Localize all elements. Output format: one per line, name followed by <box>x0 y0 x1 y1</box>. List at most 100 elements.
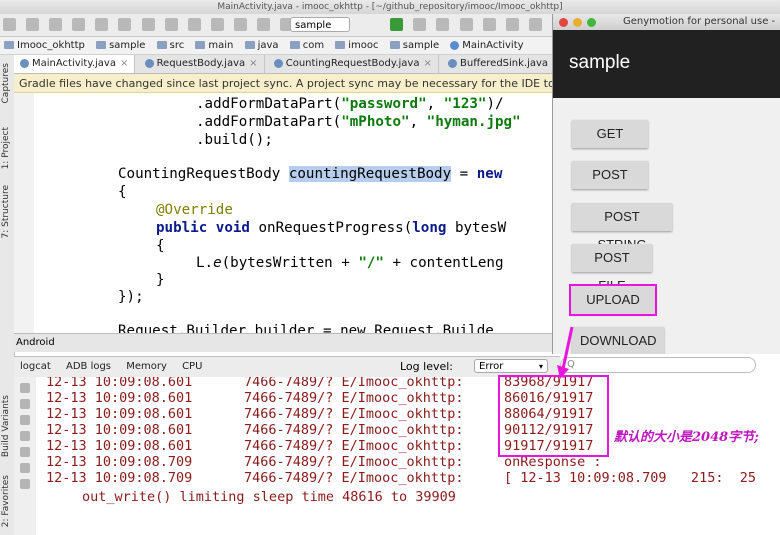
clear-icon[interactable] <box>20 463 30 473</box>
run-config-label: sample <box>295 20 332 31</box>
replace-icon[interactable] <box>210 18 224 31</box>
download-button[interactable]: DOWNLOAD <box>572 327 664 354</box>
paste-icon[interactable] <box>164 18 178 31</box>
crumb-mainactivity[interactable]: MainActivity <box>446 37 527 54</box>
code-line: } <box>156 272 165 288</box>
log-level-select[interactable]: Error ▾ <box>474 359 548 373</box>
folder-icon <box>335 41 346 49</box>
gradle-sync-notice: Gradle files have changed since last pro… <box>14 74 560 93</box>
panel-title: Android <box>16 337 55 348</box>
log-line: 12-13 10:09:08.709 <box>46 454 193 470</box>
help-icon[interactable] <box>528 18 542 31</box>
crumb-src[interactable]: src <box>153 37 189 54</box>
log-line: out_write() limiting sleep time 48616 to… <box>82 489 456 505</box>
stop-icon[interactable] <box>459 18 473 31</box>
breadcrumb: Imooc_okhttp sample src main java com im… <box>0 37 560 55</box>
sidebar-project[interactable]: 1: Project <box>1 127 11 169</box>
get-button[interactable]: GET <box>572 120 648 148</box>
sync-icon[interactable] <box>49 18 63 31</box>
emulator-title: Genymotion for personal use - <box>623 16 776 27</box>
sdk-icon[interactable] <box>505 18 519 31</box>
back-icon[interactable] <box>233 18 247 31</box>
run-configuration-select[interactable]: sample <box>290 17 350 32</box>
find-icon[interactable] <box>187 18 201 31</box>
tab-cpu[interactable]: CPU <box>176 357 208 377</box>
minimize-window-icon[interactable] <box>573 18 582 27</box>
copy-icon[interactable] <box>141 18 155 31</box>
tab-adb-logs[interactable]: ADB logs <box>60 357 117 377</box>
code-editor[interactable]: .addFormDataPart("password", "123")/ .ad… <box>34 93 560 333</box>
log-line: 12-13 10:09:08.601 <box>46 438 193 454</box>
class-icon <box>273 58 283 68</box>
log-line: 12-13 10:09:08.601 <box>46 377 193 390</box>
close-icon[interactable]: × <box>120 58 128 69</box>
progress-values-highlight <box>498 375 609 457</box>
post-file-button[interactable]: POST FILE <box>572 244 652 293</box>
tab-requestbody[interactable]: RequestBody.java × <box>139 55 265 73</box>
close-window-icon[interactable] <box>559 18 568 27</box>
folder-icon <box>195 41 206 49</box>
window-title: MainActivity.java - imooc_okhttp - [~/gi… <box>217 2 563 12</box>
undo-icon[interactable] <box>72 18 86 31</box>
post-string-button[interactable]: POST STRING <box>572 203 672 252</box>
log-tag: 7466-7489/? E/Imooc_okhttp: <box>244 377 464 390</box>
open-folder-icon[interactable] <box>3 18 16 31</box>
log-line: 12-13 10:09:08.601 <box>46 406 193 422</box>
zoom-window-icon[interactable] <box>587 18 596 27</box>
redo-icon[interactable] <box>95 18 109 31</box>
log-tag: 7466-7489/? E/Imooc_okhttp: <box>244 422 464 438</box>
forward-icon[interactable] <box>257 18 271 31</box>
code-line: { <box>156 238 165 254</box>
restart-icon[interactable] <box>20 447 30 457</box>
logcat-output[interactable]: 12-13 10:09:08.601 7466-7489/? E/Imooc_ok… <box>36 377 780 535</box>
print-icon[interactable] <box>20 431 30 441</box>
crumb-project[interactable]: Imooc_okhttp <box>0 37 89 54</box>
crumb-com[interactable]: com <box>286 37 328 54</box>
sidebar-favorites[interactable]: 2: Favorites <box>1 475 11 527</box>
crumb-java[interactable]: java <box>241 37 283 54</box>
class-icon <box>20 58 29 68</box>
sidebar-structure[interactable]: 7: Structure <box>1 185 11 239</box>
avd-icon[interactable] <box>482 18 496 31</box>
log-tag: 7466-7489/? E/Imooc_okhttp: <box>244 438 464 454</box>
log-line: 12-13 10:09:08.601 <box>46 422 193 438</box>
scroll-down-icon[interactable] <box>20 399 30 409</box>
sidebar-captures[interactable]: Captures <box>1 63 11 103</box>
crumb-main[interactable]: main <box>191 37 237 54</box>
post-button[interactable]: POST <box>572 161 648 189</box>
attach-icon[interactable] <box>436 18 450 31</box>
tab-logcat[interactable]: logcat <box>14 357 57 377</box>
android-panel-header: Android <box>14 333 562 352</box>
left-tool-sidebar: Captures 1: Project 7: Structure Build V… <box>0 55 15 535</box>
soft-wrap-icon[interactable] <box>20 415 30 425</box>
tab-bufferedsink[interactable]: BufferedSink.java× <box>442 55 560 73</box>
debug-icon[interactable] <box>413 18 427 31</box>
cut-icon[interactable] <box>118 18 132 31</box>
close-icon[interactable]: × <box>423 58 431 69</box>
run-icon[interactable] <box>390 18 404 31</box>
sidebar-build-variants[interactable]: Build Variants <box>1 395 11 457</box>
notice-text: Gradle files have changed since last pro… <box>19 77 555 90</box>
tab-memory[interactable]: Memory <box>120 357 173 377</box>
scroll-up-icon[interactable] <box>20 383 30 393</box>
code-line: public void onRequestProgress(long bytes… <box>156 220 507 236</box>
upload-button-highlight <box>569 284 657 316</box>
code-line: .build(); <box>196 132 273 148</box>
crumb-sample[interactable]: sample <box>386 37 443 54</box>
app-title: sample <box>569 52 631 73</box>
crumb-module[interactable]: sample <box>92 37 149 54</box>
crumb-imooc[interactable]: imooc <box>331 37 382 54</box>
logcat-search-input[interactable]: Q <box>560 357 756 373</box>
close-icon[interactable]: × <box>249 58 257 69</box>
editor-gutter <box>14 93 34 333</box>
log-tag: 7466-7489/? E/Imooc_okhttp: <box>244 406 464 422</box>
tab-mainactivity[interactable]: MainActivity.java × <box>14 55 136 73</box>
tab-countingrequestbody[interactable]: CountingRequestBody.java × <box>268 55 439 73</box>
screenshot-icon[interactable] <box>20 479 30 489</box>
code-line: CountingRequestBody countingRequestBody … <box>118 166 503 182</box>
selected-variable: countingRequestBody <box>288 166 452 182</box>
log-tag: 7466-7489/? E/Imooc_okhttp: <box>244 390 464 406</box>
annotation-note: 默认的大小是2048字节; <box>614 430 759 445</box>
save-icon[interactable] <box>26 18 40 31</box>
folder-icon <box>156 41 167 49</box>
